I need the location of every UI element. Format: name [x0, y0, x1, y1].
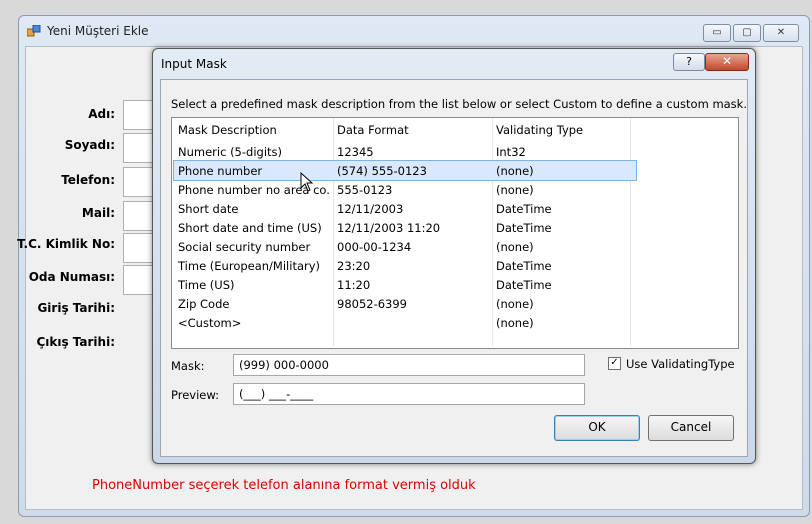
mask-description: Short date [178, 202, 239, 216]
mask-type: DateTime [496, 278, 552, 292]
mask-format: 11:20 [337, 278, 371, 292]
help-button[interactable]: ? [673, 53, 705, 71]
column-header-format[interactable]: Data Format [337, 123, 409, 137]
mask-description: Numeric (5-digits) [178, 145, 282, 159]
mask-format: 98052-6399 [337, 297, 407, 311]
mask-description: Zip Code [178, 297, 230, 311]
input-mask-dialog: Input Mask ? ✕ Select a predefined mask … [152, 48, 756, 464]
mask-description: Time (US) [178, 278, 235, 292]
mask-label: Mask: [171, 359, 205, 373]
column-header-description[interactable]: Mask Description [178, 123, 330, 137]
list-item[interactable]: Time (US) 11:20 DateTime [174, 275, 636, 294]
field-label-surname: Soyadı: [64, 138, 115, 152]
list-item[interactable]: Short date 12/11/2003 DateTime [174, 199, 636, 218]
field-label-checkin-date: Giriş Tarihi: [37, 301, 115, 315]
ok-button[interactable]: OK [554, 415, 640, 441]
mask-description: Short date and time (US) [178, 221, 322, 235]
field-label-mail: Mail: [81, 206, 115, 220]
mask-input-value: (999) 000-0000 [239, 358, 329, 372]
mask-type: (none) [496, 240, 534, 254]
preview-input[interactable]: (___) ___-____ [233, 383, 585, 405]
mask-format: 555-0123 [337, 183, 393, 197]
list-item-selected[interactable]: Phone number (574) 555-0123 (none) [173, 160, 637, 181]
background-titlebar: Yeni Müşteri Ekle ▭ ▢ ✕ [19, 16, 809, 46]
close-button[interactable]: ✕ [705, 53, 749, 71]
mask-format: 12345 [337, 145, 374, 159]
mask-format: 23:20 [337, 259, 371, 273]
field-label-checkout-date: Çıkış Tarihi: [36, 335, 115, 349]
list-item[interactable]: Time (European/Military) 23:20 DateTime [174, 256, 636, 275]
instruction-text: Select a predefined mask description fro… [171, 97, 747, 111]
mask-type: Int32 [496, 145, 526, 159]
list-item[interactable]: Social security number 000-00-1234 (none… [174, 237, 636, 256]
app-icon [27, 25, 41, 37]
preview-label: Preview: [171, 388, 220, 402]
use-validating-type-label[interactable]: Use ValidatingType [626, 357, 735, 371]
maximize-button[interactable]: ▢ [733, 24, 761, 42]
mask-type: (none) [496, 297, 534, 311]
mask-input[interactable]: (999) 000-0000 [233, 354, 585, 376]
preview-input-value: (___) ___-____ [239, 387, 314, 401]
mask-type: DateTime [496, 259, 552, 273]
field-label-phone: Telefon: [61, 173, 115, 187]
mask-type: DateTime [496, 202, 552, 216]
cancel-button[interactable]: Cancel [648, 415, 734, 441]
mask-list[interactable]: Mask Description Data Format Validating … [171, 117, 739, 349]
mask-type: (none) [496, 316, 534, 330]
mask-format: (574) 555-0123 [337, 164, 427, 178]
field-label-tc-id: T.C. Kimlik No: [17, 237, 115, 251]
list-item[interactable]: Numeric (5-digits) 12345 Int32 [174, 142, 636, 161]
background-window-title: Yeni Müşteri Ekle [47, 24, 149, 38]
list-item[interactable]: <Custom> (none) [174, 313, 636, 332]
mask-description: Social security number [178, 240, 311, 254]
field-label-room-number: Oda Numası: [28, 270, 115, 284]
mouse-cursor-icon [300, 172, 314, 192]
field-label-name: Adı: [88, 107, 115, 121]
column-header-type[interactable]: Validating Type [496, 123, 583, 137]
mask-description: <Custom> [178, 316, 242, 330]
use-validating-type-checkbox[interactable]: ✓ [608, 357, 621, 370]
mask-type: (none) [496, 183, 534, 197]
dialog-body: Select a predefined mask description fro… [160, 79, 748, 457]
background-close-button[interactable]: ✕ [763, 24, 799, 42]
minimize-button[interactable]: ▭ [703, 24, 731, 42]
list-item[interactable]: Phone number no area co... 555-0123 (non… [174, 180, 636, 199]
mask-format: 000-00-1234 [337, 240, 412, 254]
mask-description: Time (European/Military) [178, 259, 321, 273]
mask-type: DateTime [496, 221, 552, 235]
list-item[interactable]: Zip Code 98052-6399 (none) [174, 294, 636, 313]
mask-type: (none) [496, 164, 534, 178]
tutorial-caption: PhoneNumber seçerek telefon alanına form… [92, 478, 476, 493]
dialog-title: Input Mask [161, 57, 227, 71]
mask-format: 12/11/2003 11:20 [337, 221, 441, 235]
mask-format: 12/11/2003 [337, 202, 404, 216]
list-item[interactable]: Short date and time (US) 12/11/2003 11:2… [174, 218, 636, 237]
list-header: Mask Description Data Format Validating … [174, 119, 636, 138]
